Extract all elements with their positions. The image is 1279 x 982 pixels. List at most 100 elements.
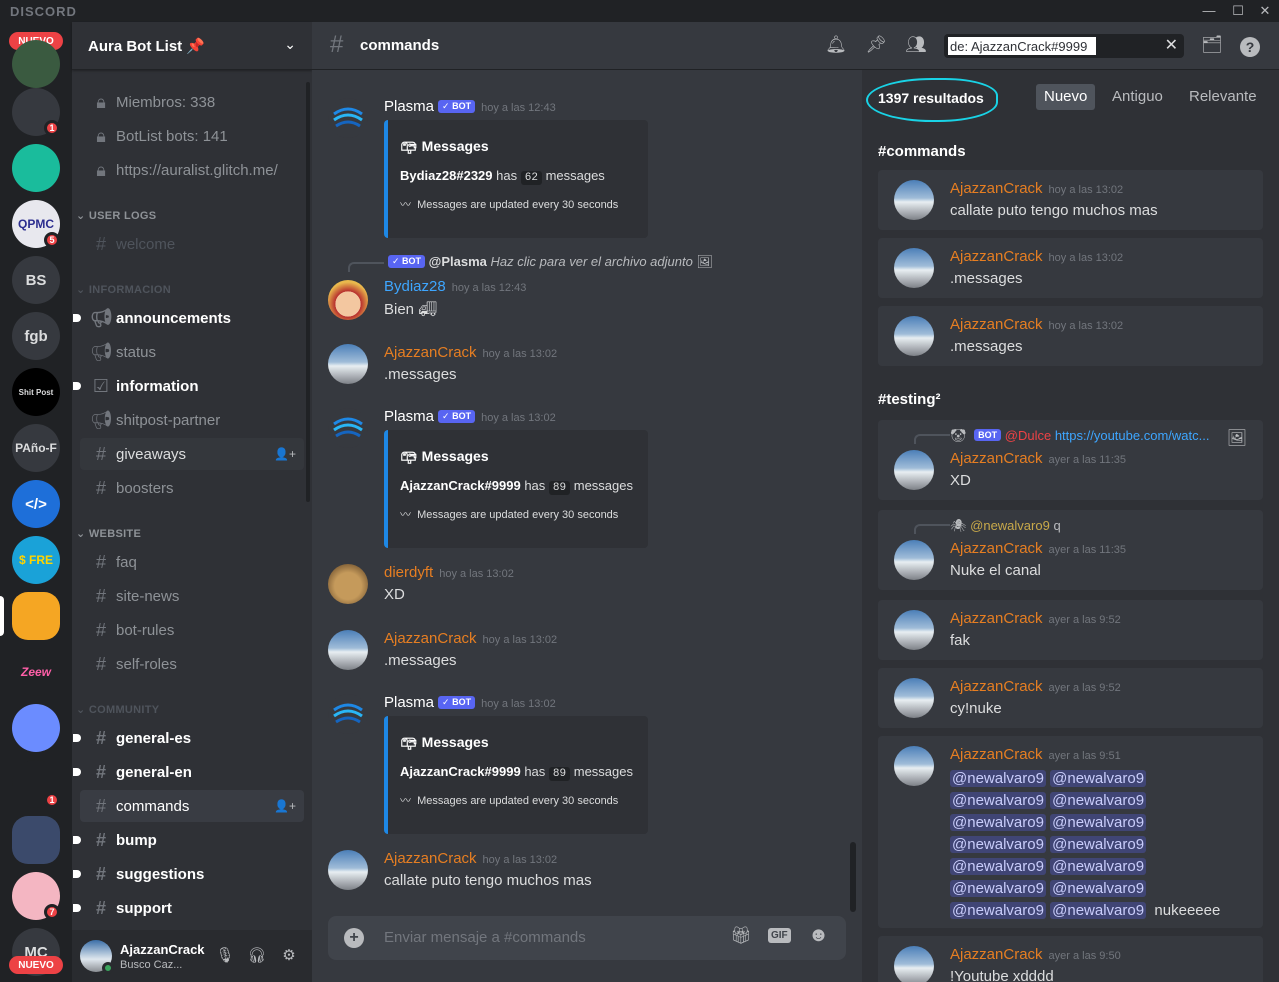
inbox-icon[interactable]: 🗂︎ [1200,35,1224,59]
attach-plus-icon[interactable]: + [344,928,364,948]
bell-icon[interactable]: 🔔︎ [824,35,848,59]
channel-general-es[interactable]: # general-es [73,722,304,754]
channel-suggestions[interactable]: # suggestions [73,858,304,890]
channel-commands[interactable]: # commands 👤+ [80,790,304,822]
server-icon-free[interactable]: $ FRE [12,536,60,584]
sort-newest-tab[interactable]: Nuevo [1036,84,1096,110]
guild-header[interactable]: Aura Bot List 📌 ⌄ [72,22,312,70]
category-informacion[interactable]: ⌄ INFORMACION [76,283,171,296]
locked-channel[interactable]: 🔒︎ BotList bots: 141 [80,120,304,152]
channel-general-en[interactable]: # general-en [73,756,304,788]
user-mention[interactable]: @newalvaro9 [1050,858,1147,875]
channel-site-news[interactable]: # site-news [80,580,304,612]
search-result[interactable]: 🤡︎ BOT @Dulce https://youtube.com/watc..… [878,420,1263,500]
server-icon-blob[interactable] [12,704,60,752]
gift-icon[interactable]: 🎁︎ [730,926,752,946]
channel-self-roles[interactable]: # self-roles [80,648,304,680]
channel-information[interactable]: ☑ information [73,370,304,402]
search-result[interactable]: AjazzanCrack ayer a las 9:52 fak [878,600,1263,660]
message-author[interactable]: AjazzanCrack hoy a las 13:02 [384,630,557,647]
user-mention[interactable]: @newalvaro9 [950,770,1046,787]
message-author[interactable]: AjazzanCrack hoy a las 13:02 [384,344,557,361]
search-input[interactable] [948,37,1096,55]
user-mention[interactable]: @newalvaro9 [1050,836,1147,853]
avatar[interactable] [328,564,368,604]
close-window-button[interactable]: ✕ [1255,2,1275,20]
search-result[interactable]: 🕷︎ @newalvaro9 q AjazzanCrack ayer a las … [878,510,1263,590]
user-mention[interactable]: @newalvaro9 [1050,902,1147,919]
server-icon-shitpost[interactable]: Shit Post [12,368,60,416]
message-author[interactable]: AjazzanCrack hoy a las 13:02 [384,850,557,867]
locked-channel[interactable]: 🔒︎ Miembros: 338 [80,86,304,118]
user-mention[interactable]: @newalvaro9 [950,836,1046,853]
user-mention[interactable]: @newalvaro9 [1050,792,1147,809]
search-result[interactable]: AjazzanCrack hoy a las 13:02 .messages [878,238,1263,298]
user-mention[interactable]: @newalvaro9 [950,902,1046,919]
sidebar-scrollbar[interactable] [306,82,310,502]
user-mention[interactable]: @newalvaro9 [950,880,1046,897]
result-channel-heading[interactable]: #testing² [878,391,941,408]
gear-icon[interactable]: ⚙ [278,946,300,968]
close-icon[interactable]: ✕ [1165,35,1178,55]
channel-announcements[interactable]: 📢︎ announcements [73,302,304,334]
message-input[interactable]: Enviar mensaje a #commands [384,929,586,946]
server-icon-fgb[interactable]: fgb [12,312,60,360]
user-mention[interactable]: @newalvaro9 [950,858,1046,875]
avatar[interactable] [328,344,368,384]
message-author[interactable]: Bydiaz28 hoy a las 12:43 [384,278,526,295]
user-mention[interactable]: @newalvaro9 [1050,770,1147,787]
avatar[interactable] [328,98,368,138]
server-icon-bs[interactable]: BS [12,256,60,304]
search-result[interactable]: AjazzanCrack ayer a las 9:52 cy!nuke [878,668,1263,728]
result-channel-heading[interactable]: #commands [878,143,966,160]
avatar[interactable] [328,280,368,320]
channel-boosters[interactable]: # boosters [80,472,304,504]
user-mention[interactable]: @newalvaro9 [950,814,1046,831]
channel-bot-rules[interactable]: # bot-rules [80,614,304,646]
invite-icon[interactable]: 👤+ [274,799,296,813]
gif-button[interactable]: GIF [768,928,791,943]
category-community[interactable]: ⌄ COMMUNITY [76,703,159,716]
headphones-icon[interactable]: 🎧︎ [246,946,268,968]
channel-faq[interactable]: # faq [80,546,304,578]
sort-oldest-tab[interactable]: Antiguo [1104,84,1171,110]
channel-status[interactable]: 📢︎ status [80,336,304,368]
server-icon-3[interactable] [12,144,60,192]
channel-shitpost-partner[interactable]: 📢︎ shitpost-partner [80,404,304,436]
microphone-icon[interactable]: 🎙︎ [214,946,236,968]
chat-scrollbar[interactable] [850,842,856,912]
message-author[interactable]: Plasma ✓ BOT hoy a las 13:02 [384,694,556,711]
server-icon-selected[interactable] [12,592,60,640]
reply-preview[interactable]: ✓ BOT @Plasma Haz clic para ver el archi… [384,254,713,270]
sort-relevant-tab[interactable]: Relevante [1181,84,1265,110]
search-result[interactable]: AjazzanCrack ayer a las 9:51 @newalvaro9 … [878,736,1263,928]
message-author[interactable]: Plasma ✓ BOT hoy a las 12:43 [384,98,556,115]
avatar[interactable] [328,630,368,670]
category-user-logs[interactable]: ⌄ USER LOGS [76,209,156,222]
category-website[interactable]: ⌄ WEBSITE [76,527,141,540]
server-icon-pano[interactable]: PAño-F [12,424,60,472]
server-icon-code[interactable]: </> [12,480,60,528]
user-mention[interactable]: @newalvaro9 [1050,814,1147,831]
help-icon[interactable]: ? [1240,37,1260,57]
avatar[interactable] [328,408,368,448]
minimize-button[interactable]: — [1199,2,1219,20]
members-icon[interactable]: 👥︎ [904,35,928,59]
emoji-picker-icon[interactable]: ☻ [808,924,829,947]
invite-icon[interactable]: 👤+ [274,447,296,461]
server-icon-1[interactable] [12,40,60,88]
pin-icon[interactable]: 📌︎ [864,35,888,59]
channel-giveaways[interactable]: # giveaways 👤+ [80,438,304,470]
search-box[interactable]: ✕ [944,34,1184,58]
search-result[interactable]: AjazzanCrack hoy a las 13:02 callate puto… [878,170,1263,230]
search-result[interactable]: AjazzanCrack hoy a las 13:02 .messages [878,306,1263,366]
user-mention[interactable]: @newalvaro9 [1050,880,1147,897]
server-icon-zeew[interactable]: Zeew [12,648,60,696]
channel-bump[interactable]: # bump [73,824,304,856]
maximize-button[interactable]: ☐ [1228,2,1248,20]
avatar[interactable] [328,850,368,890]
message-author[interactable]: Plasma ✓ BOT hoy a las 13:02 [384,408,556,425]
user-mention[interactable]: @newalvaro9 [950,792,1046,809]
search-result[interactable]: AjazzanCrack ayer a las 9:50 !Youtube xdd… [878,936,1263,982]
channel-support[interactable]: # support [73,892,304,924]
